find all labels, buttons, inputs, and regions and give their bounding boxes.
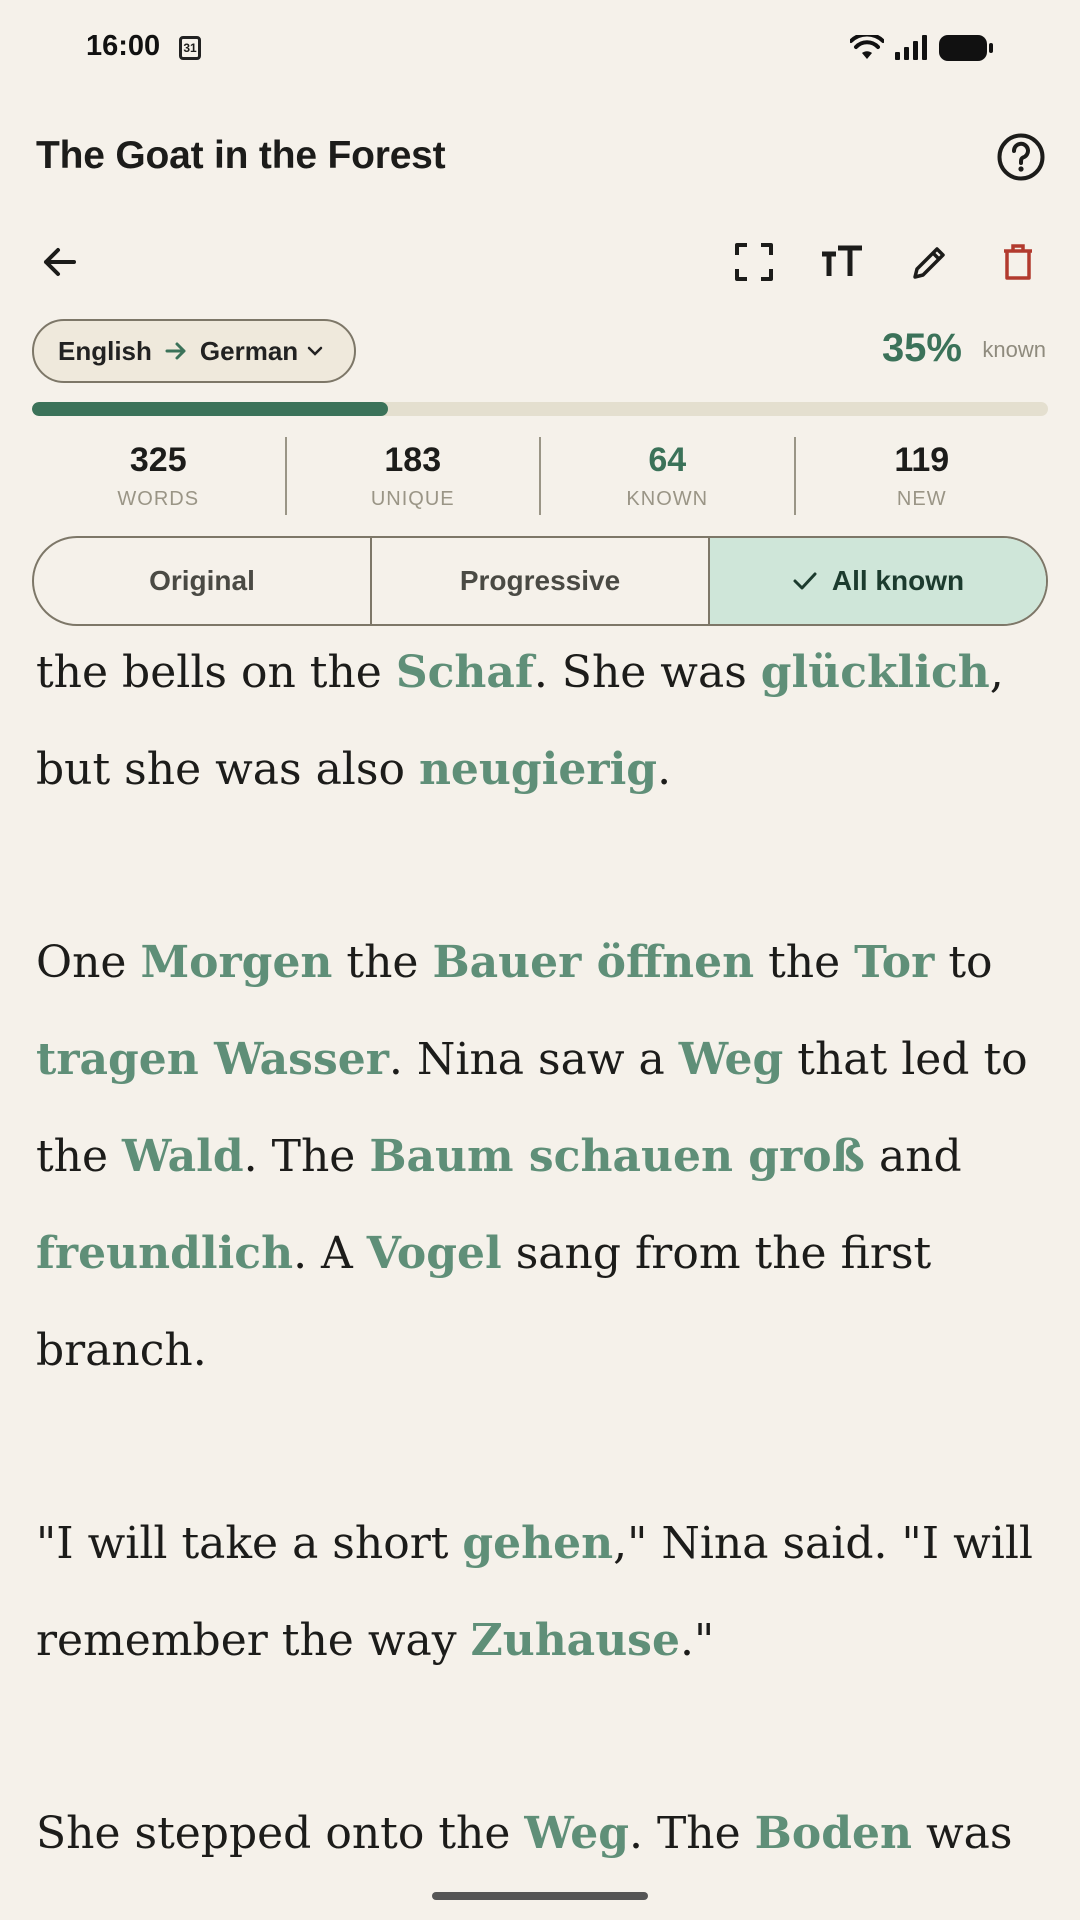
known-word[interactable]: tragen Wasser	[36, 1034, 389, 1085]
known-word[interactable]: Bauer öffnen	[432, 937, 754, 988]
signal-icon	[895, 35, 927, 60]
known-percent: 35%	[881, 326, 962, 370]
known-word[interactable]: Weg	[679, 1034, 784, 1085]
known-word[interactable]: Schaf	[396, 647, 534, 698]
known-word[interactable]: Zuhause	[471, 1615, 680, 1666]
text-run: ."	[679, 1615, 715, 1666]
text-size-button[interactable]	[818, 238, 866, 286]
pencil-icon	[913, 247, 945, 279]
page-title: The Goat in the Forest	[36, 134, 446, 177]
story-paragraph: She stepped onto the Weg. The Boden was	[36, 1785, 1046, 1882]
arrow-right-icon	[165, 342, 186, 360]
story-paragraph: One Morgen the Bauer öffnen the Tor to t…	[36, 914, 1046, 1399]
known-word[interactable]: Vogel	[367, 1228, 502, 1279]
word-stats: 325 WORDS 183 UNIQUE 64 KNOWN 119 NEW	[32, 437, 1048, 515]
home-indicator[interactable]	[432, 1892, 648, 1900]
status-time: 16:00	[86, 30, 161, 62]
target-language: German	[199, 335, 299, 366]
delete-button[interactable]	[994, 238, 1042, 286]
known-word[interactable]: Morgen	[140, 937, 332, 988]
text-run: .	[657, 744, 672, 795]
language-selector[interactable]: English German	[32, 319, 356, 383]
known-word[interactable]: Baum schauen groß	[369, 1131, 865, 1182]
fullscreen-icon	[735, 243, 773, 281]
mode-label: Progressive	[459, 565, 621, 596]
calendar-icon: 31	[179, 36, 201, 60]
text-run: One	[36, 937, 141, 988]
edit-button[interactable]	[906, 238, 954, 286]
stat-known: 64 KNOWN	[539, 437, 794, 515]
text-run: . She was	[533, 647, 761, 698]
story-paragraph: the bells on the Schaf. She was glücklic…	[36, 626, 1046, 818]
chevron-down-icon	[307, 346, 323, 356]
fullscreen-button[interactable]	[730, 238, 778, 286]
text-run: "I will take a short	[36, 1518, 463, 1569]
stat-value: 325	[129, 441, 187, 479]
toolbar	[0, 232, 1080, 292]
stat-value: 64	[648, 441, 687, 479]
status-icons	[850, 34, 994, 62]
known-word[interactable]: Wald	[122, 1131, 244, 1182]
back-button[interactable]	[36, 238, 84, 286]
text-run: . Nina saw a	[388, 1034, 679, 1085]
stat-words: 325 WORDS	[32, 437, 285, 515]
text-run: and	[864, 1131, 962, 1182]
trash-icon	[1004, 244, 1032, 280]
known-word[interactable]: glücklich	[761, 647, 990, 698]
arrow-left-icon	[44, 248, 76, 276]
stat-label: WORDS	[117, 488, 200, 510]
mode-all-known-button[interactable]: All known	[708, 538, 1046, 624]
known-label: known	[982, 337, 1046, 362]
mode-original-button[interactable]: Original	[34, 538, 370, 624]
text-run: . The	[628, 1808, 755, 1859]
status-bar: 16:00 31	[0, 0, 1080, 96]
known-progress-bar	[32, 402, 1048, 416]
text-run: was	[911, 1808, 1013, 1859]
stat-unique: 183 UNIQUE	[284, 437, 540, 515]
text-run: . The	[243, 1131, 370, 1182]
known-word[interactable]: freundlich	[36, 1228, 293, 1279]
text-run: the bells on the	[36, 647, 396, 698]
battery-icon	[939, 35, 993, 61]
stat-value: 183	[384, 441, 442, 479]
text-run: . A	[293, 1228, 367, 1279]
wifi-icon	[850, 35, 884, 59]
story-text: the bells on the Schaf. She was glücklic…	[36, 626, 1046, 1901]
known-word[interactable]: Weg	[524, 1808, 629, 1859]
text-run: to	[934, 937, 993, 988]
text-run: She stepped onto the	[36, 1808, 525, 1859]
stat-new: 119 NEW	[793, 437, 1049, 515]
mode-progressive-button[interactable]: Progressive	[370, 538, 708, 624]
help-button[interactable]	[996, 132, 1046, 182]
title-bar: The Goat in the Forest	[0, 120, 1080, 200]
known-word[interactable]: neugierig	[419, 744, 657, 795]
mode-label: All known	[831, 565, 965, 596]
text-size-icon	[822, 245, 862, 276]
story-paragraph: "I will take a short gehen," Nina said. …	[36, 1495, 1046, 1689]
known-progress-fill	[32, 402, 388, 416]
known-word[interactable]: gehen	[462, 1518, 613, 1569]
stat-label: UNIQUE	[370, 488, 455, 510]
known-word[interactable]: Tor	[854, 937, 934, 988]
known-word[interactable]: Boden	[755, 1808, 912, 1859]
stat-label: KNOWN	[626, 488, 709, 510]
check-icon	[793, 572, 817, 590]
mode-selector: Original Progressive All known	[32, 536, 1048, 626]
stat-value: 119	[894, 441, 950, 479]
stat-label: NEW	[896, 488, 947, 510]
source-language: English	[58, 335, 152, 366]
text-run: the	[332, 937, 433, 988]
text-run: the	[754, 937, 855, 988]
help-icon	[997, 133, 1045, 181]
mode-label: Original	[149, 565, 255, 596]
